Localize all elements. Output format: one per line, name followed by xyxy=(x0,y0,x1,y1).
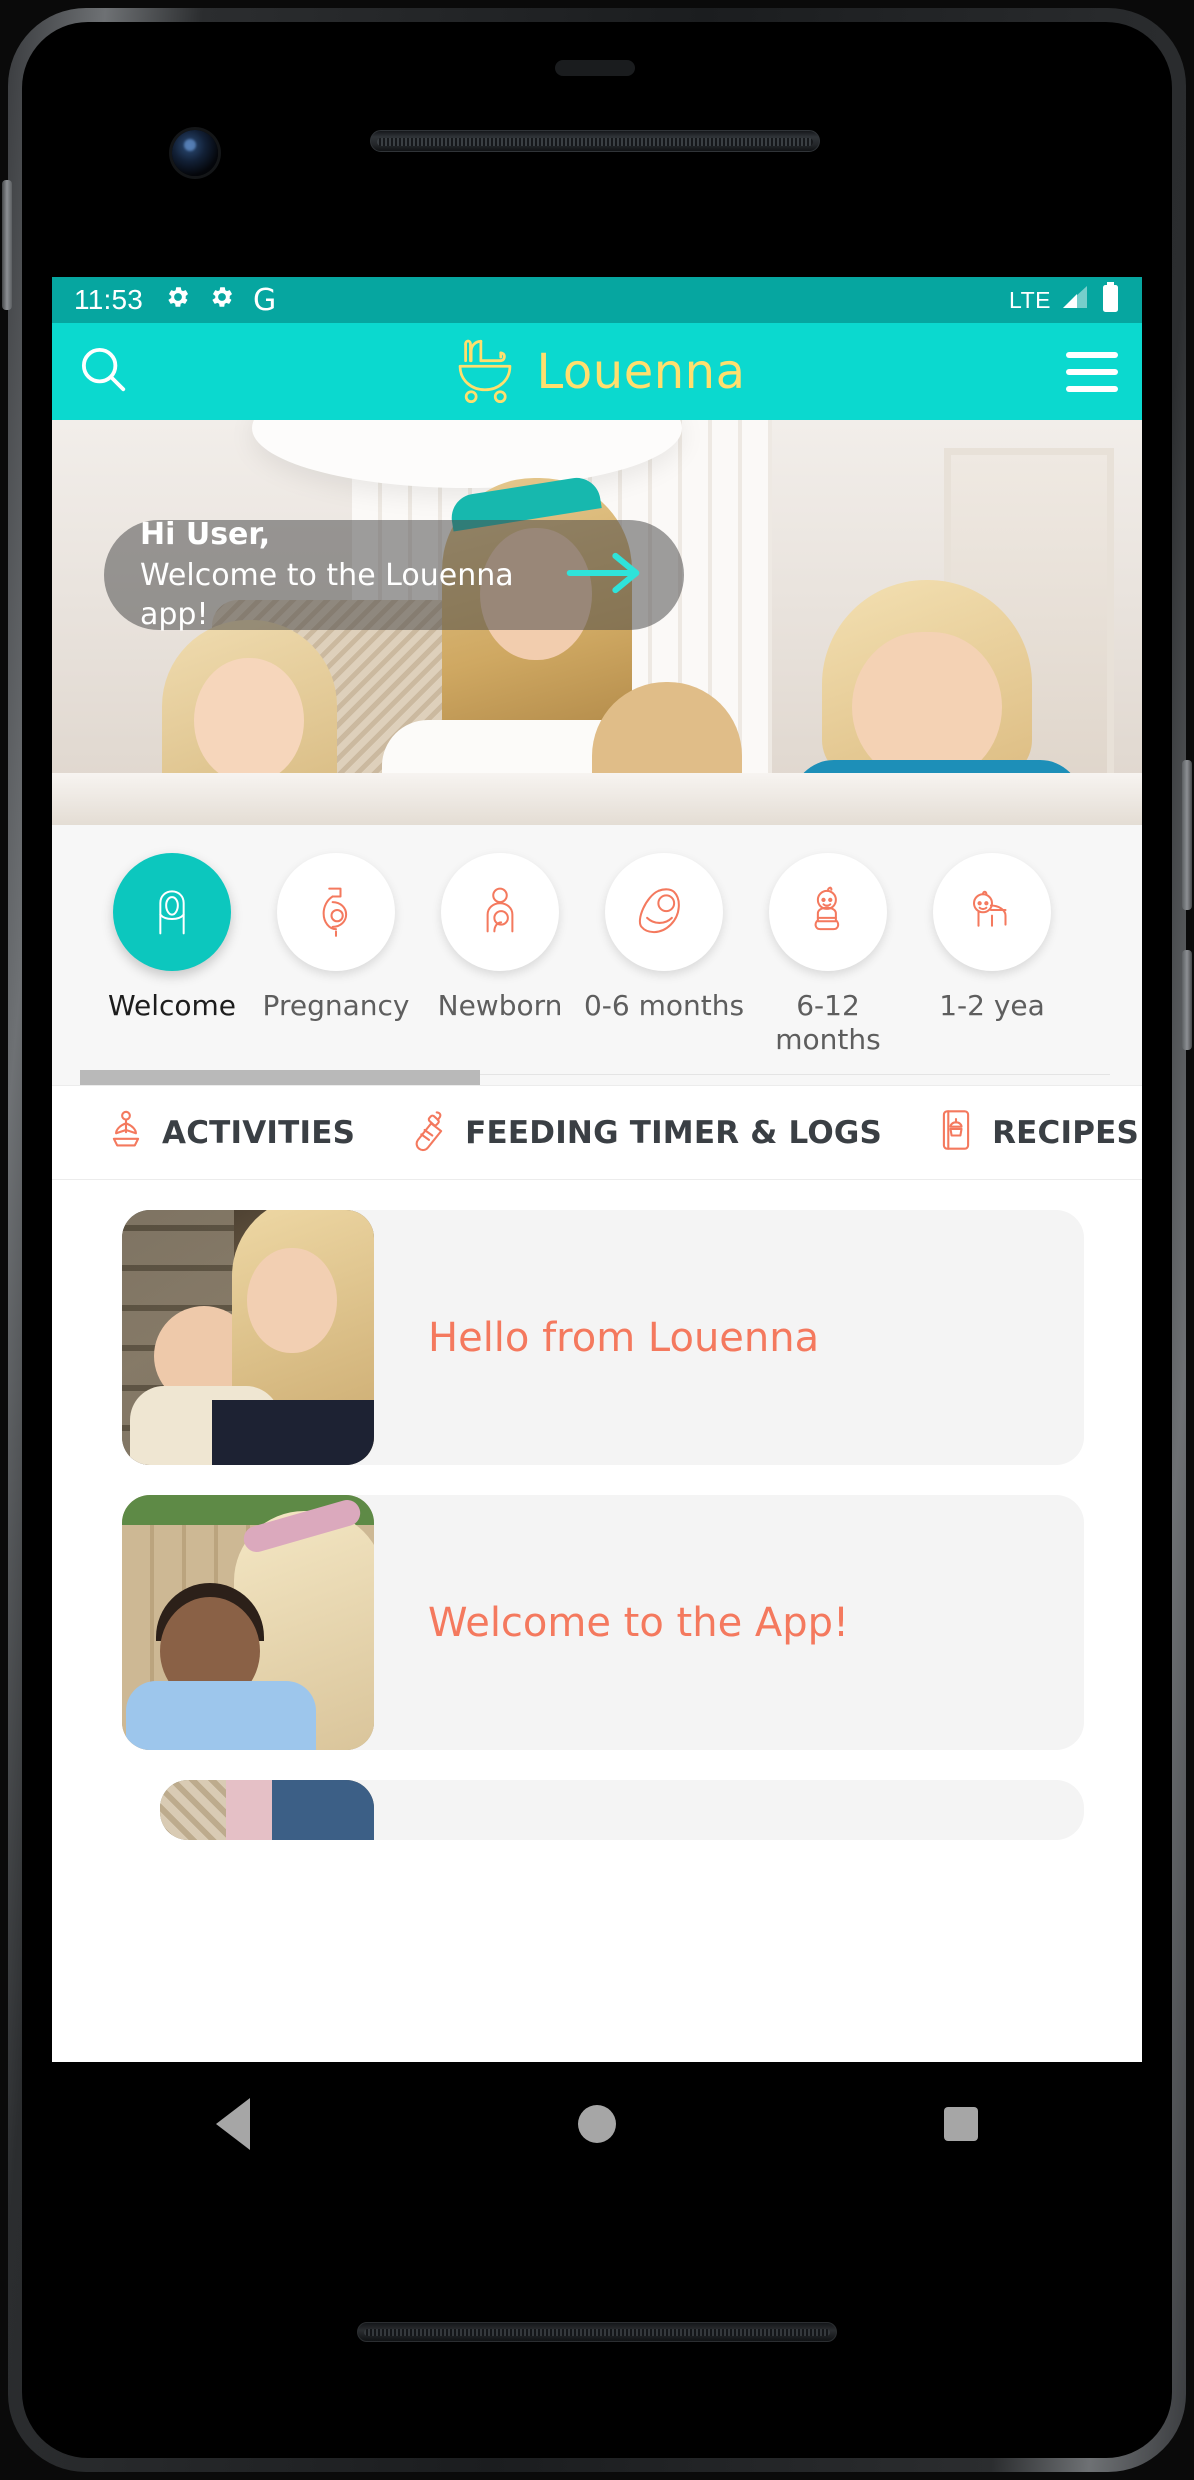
card-title: Welcome to the App! xyxy=(428,1599,850,1646)
welcome-pill[interactable]: Hi User, Welcome to the Louenna app! xyxy=(104,517,684,632)
google-g-icon: G xyxy=(253,282,277,318)
category-strip[interactable]: Welcome Pregnancy Newborn 0-6 months 6-1… xyxy=(52,825,1142,1085)
brand-lockup: Louenna xyxy=(52,323,1142,420)
pram-logo-icon xyxy=(449,333,521,410)
phone-screen: 11:53 G LTE Louenna Hi User, Welcome to … xyxy=(52,277,1142,2062)
welcome-subtitle: Welcome to the Louenna app! xyxy=(140,557,514,632)
category-icon-circle xyxy=(277,853,395,971)
category-scroll-thumb[interactable] xyxy=(80,1070,480,1085)
gear-icon xyxy=(165,284,191,317)
brand-name: Louenna xyxy=(536,343,746,400)
volume-button[interactable] xyxy=(1182,950,1192,1050)
top-slot xyxy=(555,60,635,76)
app-header-bar: Louenna xyxy=(52,323,1142,420)
content-card-list: Hello from Louenna Welcome to the App! xyxy=(52,1180,1142,1840)
bottom-speaker xyxy=(357,2322,837,2342)
yoga-lotus-icon xyxy=(104,1108,148,1157)
swaddled-baby-icon xyxy=(637,883,691,942)
signal-bars-icon xyxy=(1061,284,1091,317)
category-label: 6-12 months xyxy=(775,989,881,1056)
card-thumbnail xyxy=(160,1780,374,1840)
tab-feeding-timer-logs[interactable]: FEEDING TIMER & LOGS xyxy=(407,1108,882,1157)
sitting-baby-icon xyxy=(801,883,855,942)
category-item-6-12-months[interactable]: 6-12 months xyxy=(746,853,910,1056)
category-item-1-2-years[interactable]: 1-2 yea xyxy=(910,853,1074,1056)
crawling-baby-icon xyxy=(965,883,1019,942)
feature-tab-bar[interactable]: ACTIVITIES FEEDING TIMER & LOGS RECIPES xyxy=(52,1085,1142,1180)
arrow-right-icon[interactable] xyxy=(566,550,642,601)
category-item-welcome[interactable]: Welcome xyxy=(90,853,254,1056)
tab-label: FEEDING TIMER & LOGS xyxy=(465,1114,883,1151)
content-card[interactable] xyxy=(160,1780,1084,1840)
earpiece-speaker xyxy=(370,130,820,152)
front-camera xyxy=(172,130,218,176)
status-time: 11:53 xyxy=(74,284,143,315)
welcome-text: Hi User, Welcome to the Louenna app! xyxy=(140,517,566,634)
card-thumbnail xyxy=(122,1495,374,1750)
category-label: 0-6 months xyxy=(583,989,745,1022)
content-card[interactable]: Welcome to the App! xyxy=(122,1495,1084,1750)
category-item-0-6-months[interactable]: 0-6 months xyxy=(582,853,746,1056)
category-label: Welcome xyxy=(107,989,237,1022)
hamburger-menu-icon[interactable] xyxy=(1066,351,1118,392)
network-type-label: LTE xyxy=(1009,286,1051,313)
category-icon-circle xyxy=(605,853,723,971)
category-item-newborn[interactable]: Newborn xyxy=(418,853,582,1056)
recents-square-icon[interactable] xyxy=(944,2107,978,2141)
status-notification-icons: G xyxy=(165,283,276,318)
category-list: Welcome Pregnancy Newborn 0-6 months 6-1… xyxy=(52,825,1142,1056)
card-title: Hello from Louenna xyxy=(428,1314,820,1361)
category-label: Newborn xyxy=(437,989,563,1022)
battery-full-icon xyxy=(1101,281,1120,319)
search-icon[interactable] xyxy=(76,342,130,401)
content-card[interactable]: Hello from Louenna xyxy=(122,1210,1084,1465)
android-navigation-bar[interactable] xyxy=(52,2062,1142,2186)
tab-label: RECIPES xyxy=(992,1114,1140,1151)
gear-icon xyxy=(209,284,235,317)
left-side-button[interactable] xyxy=(2,180,12,310)
category-icon-circle xyxy=(441,853,559,971)
tab-label: ACTIVITIES xyxy=(162,1114,356,1151)
android-status-bar: 11:53 G LTE xyxy=(52,277,1142,323)
baby-bottle-icon xyxy=(407,1108,451,1157)
tab-activities[interactable]: ACTIVITIES xyxy=(104,1108,355,1157)
hero-banner[interactable]: Hi User, Welcome to the Louenna app! xyxy=(52,420,1142,825)
category-icon-circle xyxy=(113,853,231,971)
category-item-pregnancy[interactable]: Pregnancy xyxy=(254,853,418,1056)
tab-recipes[interactable]: RECIPES xyxy=(934,1108,1139,1157)
power-button[interactable] xyxy=(1182,760,1192,910)
category-icon-circle xyxy=(933,853,1051,971)
pregnant-woman-portrait-icon xyxy=(144,882,200,943)
phone-device-frame: 11:53 G LTE Louenna Hi User, Welcome to … xyxy=(0,0,1194,2480)
category-label: 1-2 yea xyxy=(939,989,1045,1022)
card-thumbnail xyxy=(122,1210,374,1465)
pregnant-belly-icon xyxy=(309,883,363,942)
category-label: Pregnancy xyxy=(262,989,410,1022)
mother-holding-newborn-icon xyxy=(473,883,527,942)
home-circle-icon[interactable] xyxy=(578,2105,616,2143)
status-system-icons: LTE xyxy=(1009,281,1120,319)
welcome-greeting: Hi User, xyxy=(140,516,271,552)
recipe-book-icon xyxy=(934,1108,978,1157)
category-icon-circle xyxy=(769,853,887,971)
back-triangle-icon[interactable] xyxy=(216,2098,250,2150)
